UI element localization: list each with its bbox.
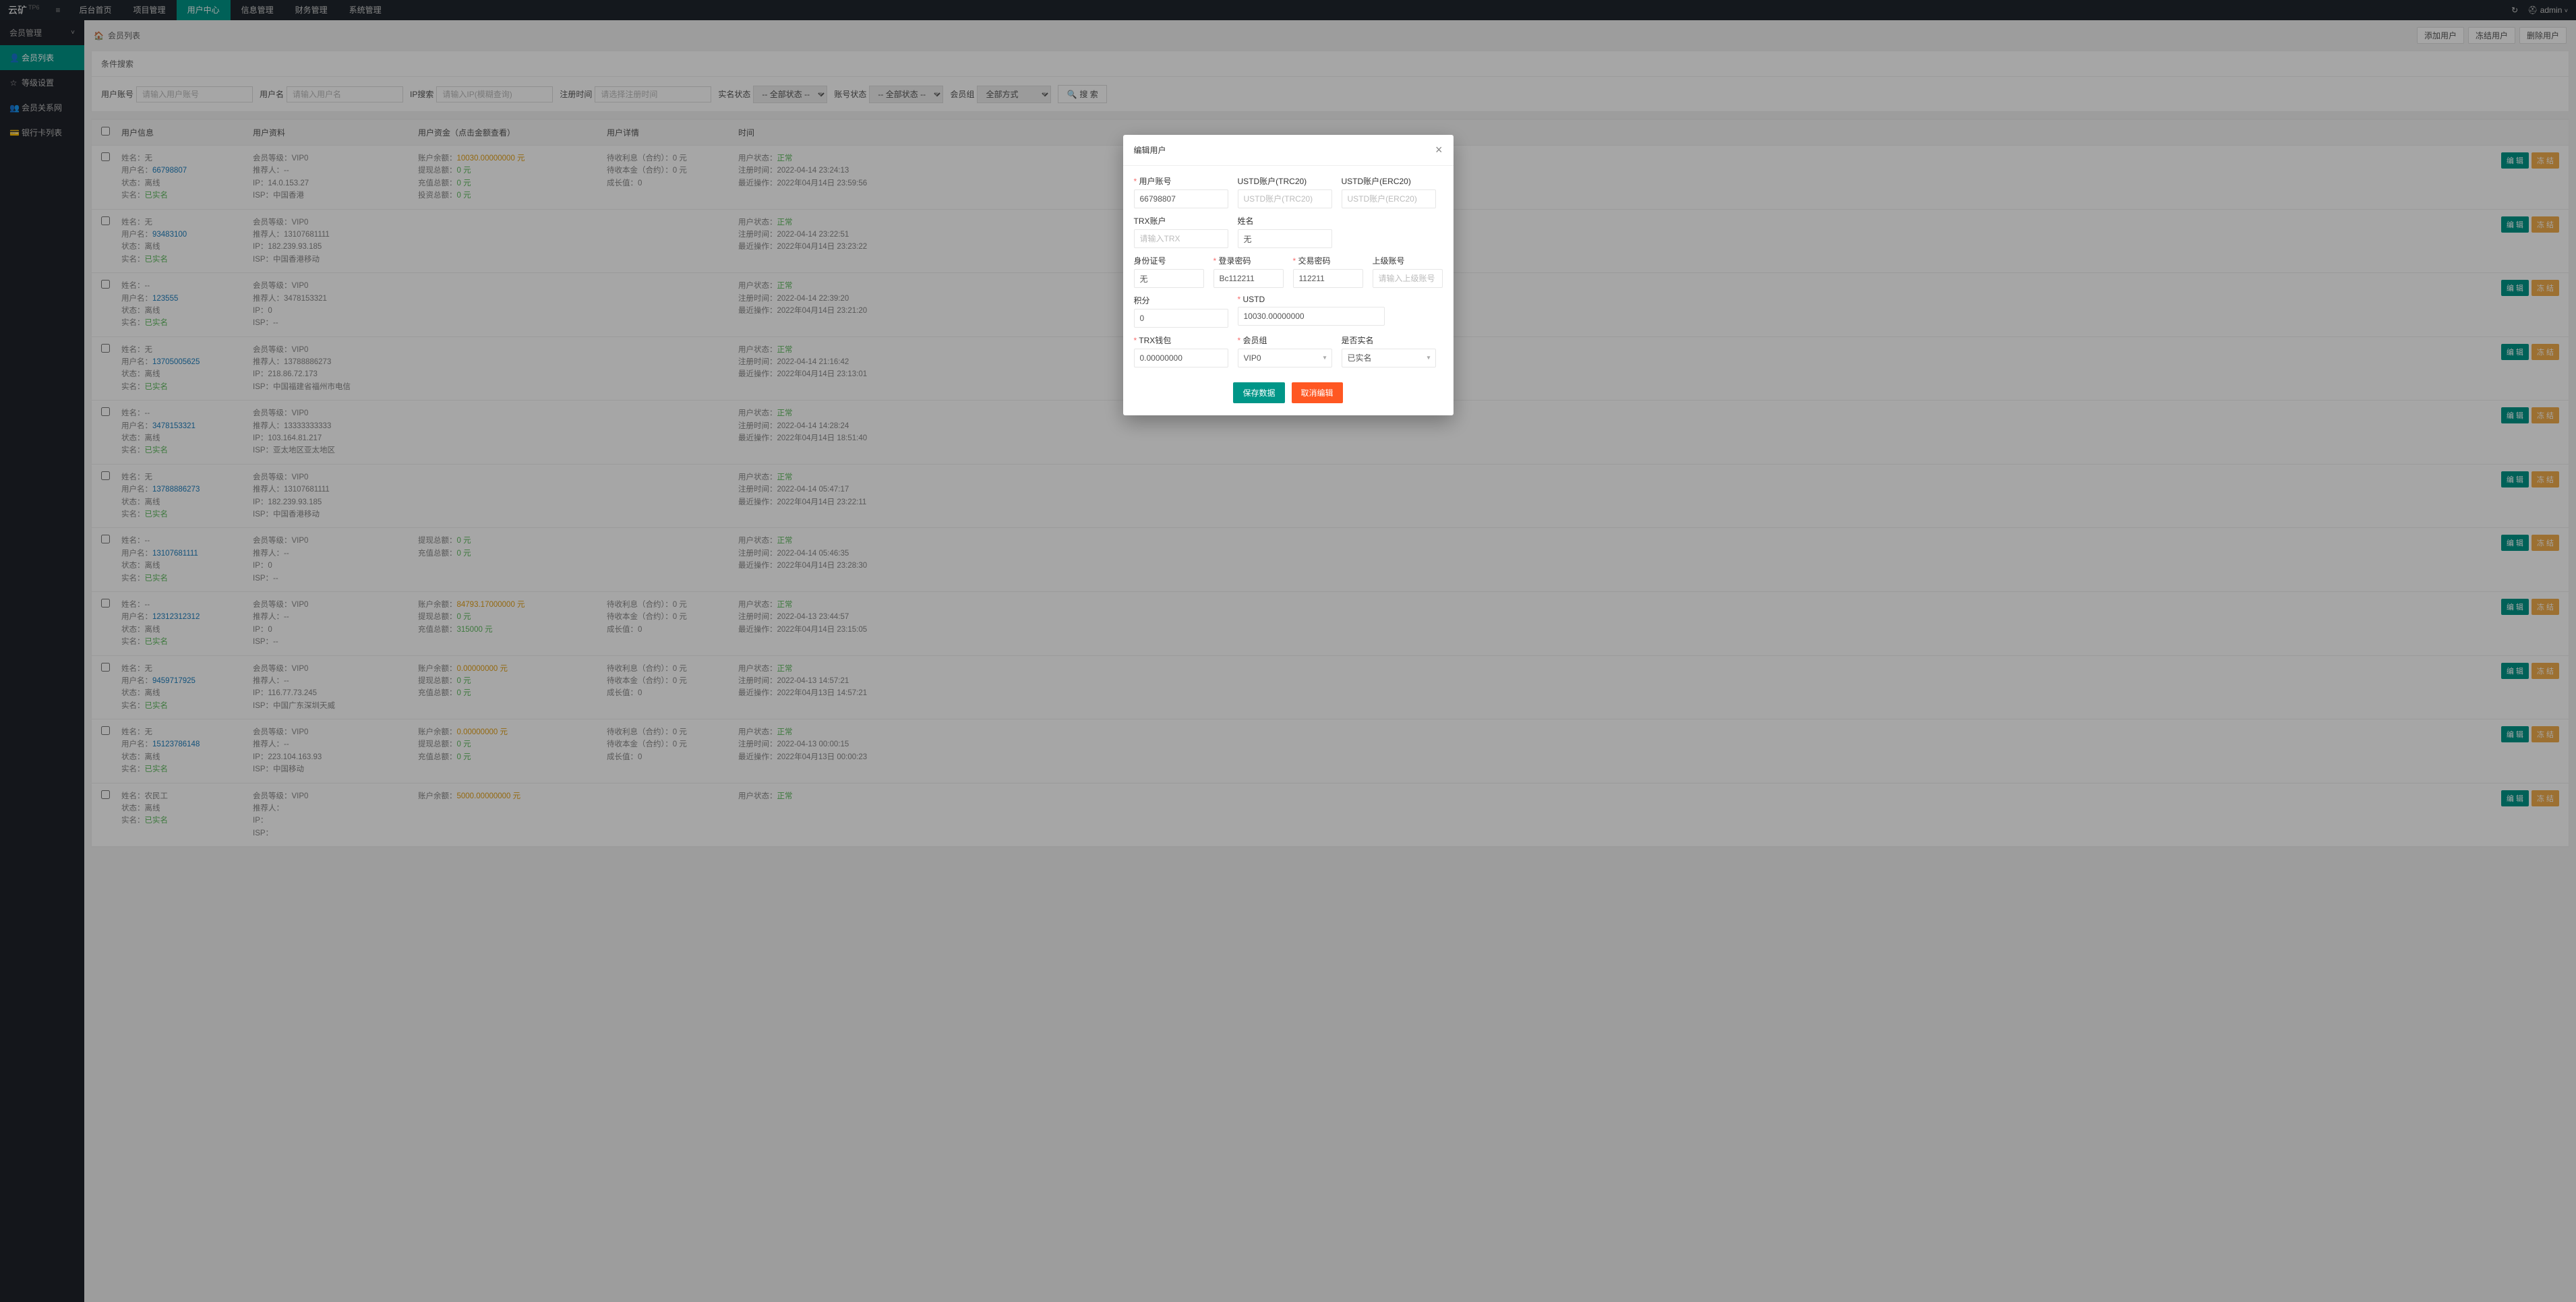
trx-input[interactable] bbox=[1134, 229, 1228, 248]
save-button[interactable]: 保存数据 bbox=[1233, 382, 1284, 403]
field-label: 上级账号 bbox=[1373, 255, 1443, 266]
field-label: USTD账户(TRC20) bbox=[1238, 175, 1332, 187]
name-input[interactable] bbox=[1238, 229, 1332, 248]
field-label: 姓名 bbox=[1238, 215, 1332, 227]
cancel-button[interactable]: 取消编辑 bbox=[1292, 382, 1343, 403]
field-label: 交易密码 bbox=[1293, 255, 1363, 266]
ustd-erc20-input[interactable] bbox=[1342, 189, 1436, 208]
modal-title: 编辑用户 bbox=[1134, 144, 1166, 156]
field-label: 身份证号 bbox=[1134, 255, 1204, 266]
trx-wallet-input[interactable] bbox=[1134, 349, 1228, 367]
field-label: 会员组 bbox=[1238, 334, 1332, 346]
account-input[interactable] bbox=[1134, 189, 1228, 208]
realname-select[interactable]: 已实名 bbox=[1342, 349, 1436, 367]
field-label: 登录密码 bbox=[1214, 255, 1284, 266]
modal-overlay: 编辑用户 × 用户账号 USTD账户(TRC20) USTD账户(ERC20) … bbox=[0, 0, 2576, 1302]
field-label: TRX钱包 bbox=[1134, 334, 1228, 346]
field-label: 用户账号 bbox=[1134, 175, 1228, 187]
trade-password-input[interactable] bbox=[1293, 269, 1363, 288]
close-icon[interactable]: × bbox=[1435, 143, 1443, 157]
idcard-input[interactable] bbox=[1134, 269, 1204, 288]
parent-account-input[interactable] bbox=[1373, 269, 1443, 288]
points-input[interactable] bbox=[1134, 309, 1228, 328]
field-label: USTD bbox=[1238, 295, 1385, 304]
field-label: 是否实名 bbox=[1342, 334, 1436, 346]
field-label: USTD账户(ERC20) bbox=[1342, 175, 1436, 187]
login-password-input[interactable] bbox=[1214, 269, 1284, 288]
group-select[interactable]: VIP0 bbox=[1238, 349, 1332, 367]
ustd-trc20-input[interactable] bbox=[1238, 189, 1332, 208]
edit-user-modal: 编辑用户 × 用户账号 USTD账户(TRC20) USTD账户(ERC20) … bbox=[1123, 135, 1454, 415]
field-label: TRX账户 bbox=[1134, 215, 1228, 227]
field-label: 积分 bbox=[1134, 295, 1228, 306]
ustd-input[interactable] bbox=[1238, 307, 1385, 326]
